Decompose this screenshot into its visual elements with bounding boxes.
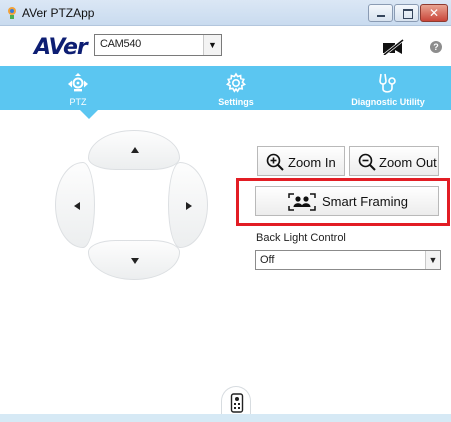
zoom-out-icon bbox=[358, 153, 376, 171]
title-bar: AVer PTZApp ✕ bbox=[0, 0, 451, 26]
tab-diagnostic-utility[interactable]: Diagnostic Utility bbox=[340, 66, 436, 110]
tab-settings[interactable]: Settings bbox=[206, 66, 266, 110]
gear-icon bbox=[225, 72, 247, 93]
tab-ptz-label: PTZ bbox=[69, 97, 87, 107]
back-light-value: Off bbox=[260, 254, 275, 266]
tab-diagnostic-utility-label: Diagnostic Utility bbox=[351, 97, 425, 107]
arrow-left-icon bbox=[74, 202, 80, 210]
zoom-out-button[interactable]: Zoom Out bbox=[349, 146, 439, 176]
tab-bar: PTZ Settings Diagnostic Utility bbox=[0, 66, 451, 110]
back-light-select[interactable]: Off ▼ bbox=[255, 250, 441, 270]
camera-select-value: CAM540 bbox=[100, 38, 141, 50]
privacy-mode-icon[interactable] bbox=[382, 39, 404, 55]
ptz-icon bbox=[68, 73, 88, 92]
pan-right-button[interactable] bbox=[168, 162, 208, 248]
chevron-down-icon[interactable]: ▼ bbox=[203, 35, 221, 55]
tilt-up-button[interactable] bbox=[88, 130, 180, 170]
help-icon[interactable]: ? bbox=[430, 41, 442, 53]
smart-framing-label: Smart Framing bbox=[322, 194, 408, 209]
app-icon bbox=[8, 7, 16, 19]
close-button[interactable]: ✕ bbox=[420, 4, 448, 22]
remote-control-button[interactable] bbox=[221, 386, 251, 414]
arrow-up-icon bbox=[131, 147, 139, 153]
smart-framing-icon bbox=[288, 193, 316, 211]
maximize-button[interactable] bbox=[394, 4, 419, 22]
tab-ptz[interactable]: PTZ bbox=[58, 66, 98, 110]
header: AVer CAM540 ▼ ? bbox=[0, 26, 451, 66]
arrow-down-icon bbox=[131, 258, 139, 264]
zoom-in-label: Zoom In bbox=[288, 155, 336, 170]
zoom-in-button[interactable]: Zoom In bbox=[257, 146, 345, 176]
active-tab-indicator bbox=[80, 110, 98, 119]
pan-tilt-pad bbox=[50, 130, 230, 280]
back-light-label: Back Light Control bbox=[256, 232, 346, 244]
arrow-right-icon bbox=[186, 202, 192, 210]
remote-icon bbox=[230, 393, 244, 413]
chevron-down-icon[interactable]: ▼ bbox=[425, 251, 440, 269]
smart-framing-button[interactable]: Smart Framing bbox=[255, 186, 439, 216]
aver-logo: AVer bbox=[34, 35, 88, 60]
minimize-button[interactable] bbox=[368, 4, 393, 22]
pan-left-button[interactable] bbox=[55, 162, 95, 248]
zoom-out-label: Zoom Out bbox=[379, 155, 437, 170]
window-title: AVer PTZApp bbox=[22, 6, 95, 20]
close-icon: ✕ bbox=[428, 6, 440, 20]
camera-select[interactable]: CAM540 ▼ bbox=[94, 34, 222, 56]
stethoscope-icon bbox=[379, 73, 396, 93]
zoom-in-icon bbox=[266, 153, 284, 171]
bottom-bar bbox=[0, 414, 451, 422]
tilt-down-button[interactable] bbox=[88, 240, 180, 280]
tab-settings-label: Settings bbox=[218, 97, 254, 107]
